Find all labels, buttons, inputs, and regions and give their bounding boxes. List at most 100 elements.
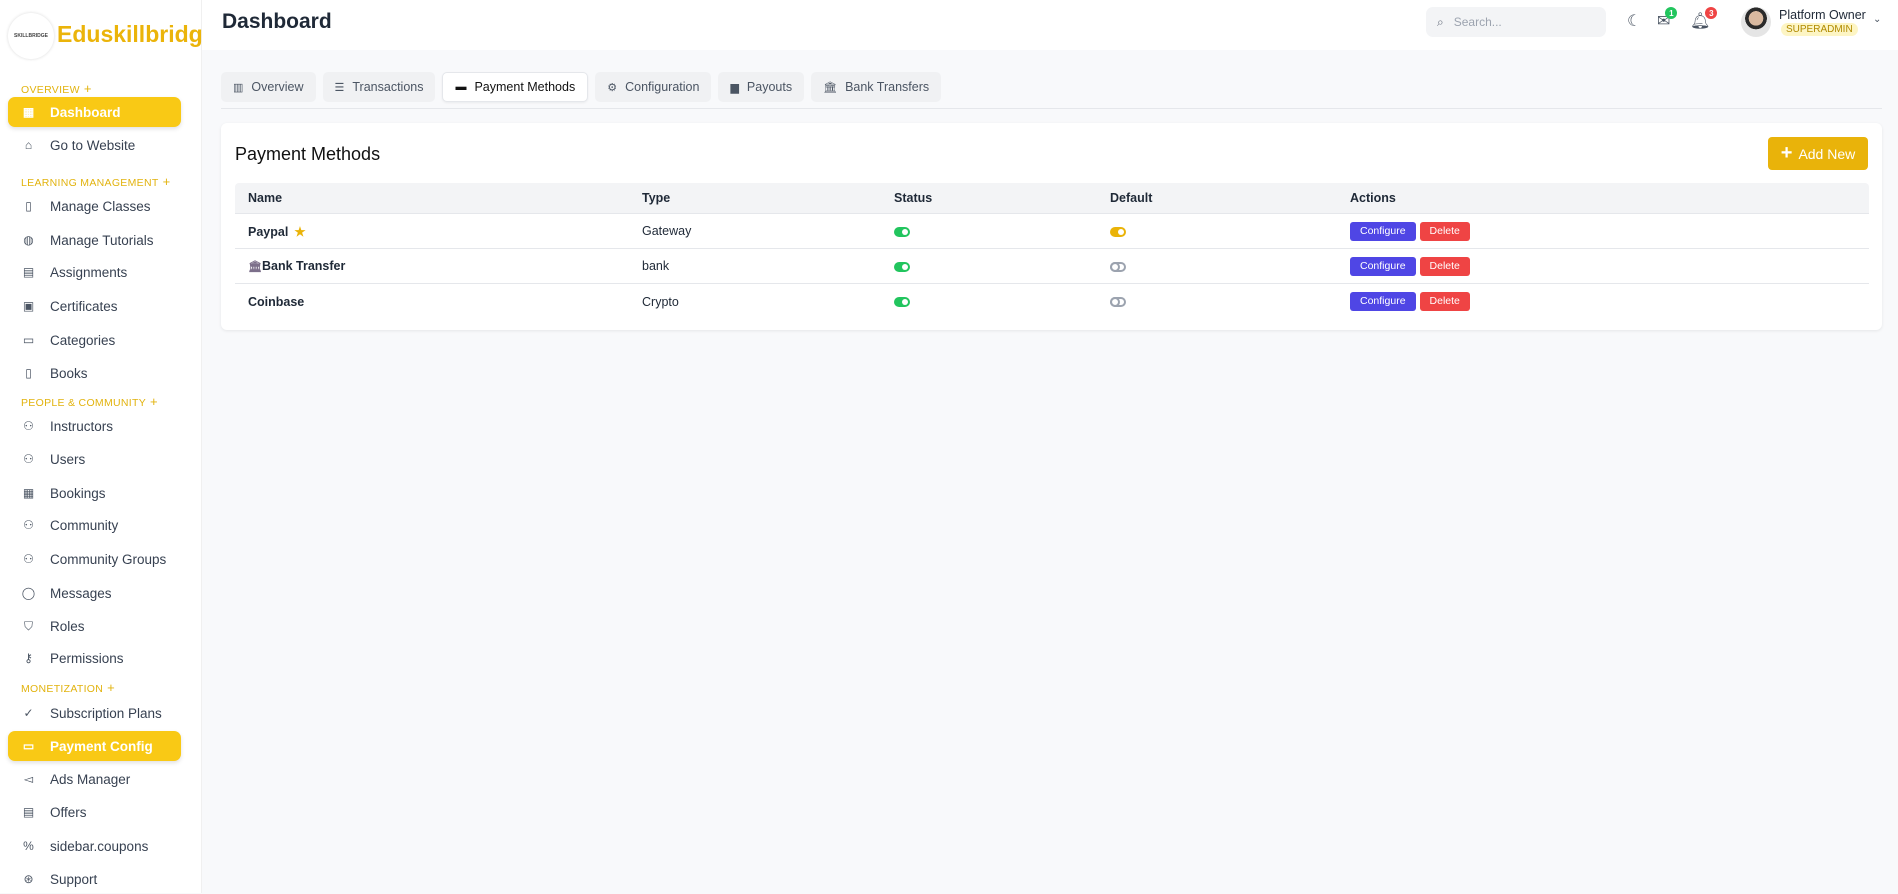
status-toggle[interactable] bbox=[894, 261, 910, 272]
home-icon: ⌂ bbox=[24, 138, 33, 152]
sidebar-item-manage-tutorials[interactable]: ◍ Manage Tutorials bbox=[8, 225, 181, 255]
tabs: ▥ Overview ☰ Transactions ▬ Payment Methods… bbox=[221, 72, 942, 102]
section-overview[interactable]: OVERVIEW + bbox=[21, 81, 92, 96]
sidebar-item-users[interactable]: ⚇ Users bbox=[8, 444, 181, 474]
sidebar-item-label: Offers bbox=[50, 804, 87, 820]
table-row: 🏛︎Bank Transfer bank Configure Delete bbox=[235, 249, 1869, 284]
credit-card-icon: ▭ bbox=[22, 739, 35, 753]
sidebar-item-categories[interactable]: ▭ Categories bbox=[8, 325, 181, 355]
tab-overview[interactable]: ▥ Overview bbox=[221, 72, 316, 102]
user-name[interactable]: Platform Owner bbox=[1779, 8, 1866, 22]
notification-badge: 3 bbox=[1705, 7, 1718, 19]
sidebar-item-ads-manager[interactable]: ◅ Ads Manager bbox=[8, 764, 181, 794]
certificate-icon: ▣ bbox=[22, 299, 35, 313]
section-learning[interactable]: LEARNING MANAGEMENT + bbox=[21, 174, 170, 189]
method-name: Paypal bbox=[248, 224, 289, 239]
users-icon: ⚇ bbox=[23, 518, 34, 532]
sidebar-item-label: Manage Tutorials bbox=[50, 232, 154, 248]
default-toggle[interactable] bbox=[1110, 297, 1126, 308]
sidebar-item-subscription-plans[interactable]: ✓ Subscription Plans bbox=[8, 698, 181, 728]
list-icon: ☰ bbox=[334, 81, 345, 94]
tab-payment-methods[interactable]: ▬ Payment Methods bbox=[442, 72, 589, 102]
sidebar-item-roles[interactable]: ⛉ Roles bbox=[8, 611, 181, 641]
mail-icon[interactable]: ✉ 1 bbox=[1657, 7, 1678, 31]
sidebar-item-community[interactable]: ⚇ Community bbox=[8, 510, 181, 540]
sidebar-item-dashboard[interactable]: ▦ Dashboard bbox=[8, 97, 181, 127]
check-circle-icon: ✓ bbox=[23, 706, 34, 720]
sidebar-item-go-to-website[interactable]: ⌂ Go to Website bbox=[8, 130, 181, 160]
delete-button[interactable]: Delete bbox=[1419, 256, 1470, 276]
chart-icon: ▥ bbox=[233, 81, 244, 94]
search-input[interactable]: ⌕ Search... bbox=[1426, 7, 1606, 37]
method-name: Bank Transfer bbox=[261, 259, 346, 273]
section-label: PEOPLE & COMMUNITY bbox=[21, 397, 147, 409]
sidebar-item-permissions[interactable]: ⚷ Permissions bbox=[8, 643, 181, 673]
sidebar-item-assignments[interactable]: ▤ Assignments bbox=[8, 257, 181, 287]
configure-button[interactable]: Configure bbox=[1350, 256, 1416, 276]
sidebar-item-offers[interactable]: ▤ Offers bbox=[8, 797, 181, 827]
sidebar-item-label: Manage Classes bbox=[50, 198, 151, 214]
logo-text: SKILLBRIDGE bbox=[14, 33, 48, 39]
status-toggle[interactable] bbox=[894, 226, 910, 237]
table-row: Coinbase Crypto Configure Delete bbox=[235, 284, 1869, 319]
sidebar-item-label: Support bbox=[50, 871, 98, 887]
logo[interactable]: SKILLBRIDGE bbox=[8, 13, 54, 59]
default-toggle[interactable] bbox=[1110, 226, 1126, 237]
tab-payouts[interactable]: ▆ Payouts bbox=[718, 72, 805, 102]
add-new-button[interactable]: + Add New bbox=[1768, 137, 1868, 170]
book-open-icon: ▯ bbox=[25, 199, 32, 213]
default-toggle[interactable] bbox=[1110, 261, 1126, 272]
users-icon: ⚇ bbox=[23, 419, 34, 433]
sidebar-item-coupons[interactable]: % sidebar.coupons bbox=[8, 831, 181, 861]
tab-transactions[interactable]: ☰ Transactions bbox=[322, 72, 436, 102]
column-header-actions: Actions bbox=[1350, 191, 1396, 205]
sidebar-item-instructors[interactable]: ⚇ Instructors bbox=[8, 411, 181, 441]
tab-bank-transfers[interactable]: 🏛︎ Bank Transfers bbox=[811, 72, 942, 102]
section-label: LEARNING MANAGEMENT bbox=[21, 177, 159, 189]
configure-button[interactable]: Configure bbox=[1350, 221, 1416, 241]
message-icon: ◯ bbox=[21, 586, 36, 600]
user-role-badge: SUPERADMIN bbox=[1781, 23, 1858, 36]
shield-icon: ⛉ bbox=[23, 618, 33, 633]
add-new-label: Add New bbox=[1798, 145, 1856, 162]
delete-button[interactable]: Delete bbox=[1419, 292, 1470, 311]
chevron-down-icon[interactable]: ⌄ bbox=[1873, 14, 1881, 25]
dark-mode-toggle-moon-icon[interactable]: ☾ bbox=[1627, 11, 1641, 31]
sidebar-item-label: sidebar.coupons bbox=[50, 838, 149, 854]
sidebar-item-label: Dashboard bbox=[50, 104, 121, 120]
method-name: Coinbase bbox=[248, 294, 305, 309]
sidebar-item-books[interactable]: ▯ Books bbox=[8, 358, 181, 388]
tab-configuration[interactable]: ⚙ Configuration bbox=[595, 72, 712, 102]
section-people[interactable]: PEOPLE & COMMUNITY + bbox=[21, 394, 158, 409]
sidebar-item-certificates[interactable]: ▣ Certificates bbox=[8, 291, 181, 321]
folder-icon: ▭ bbox=[22, 333, 35, 347]
sidebar-item-bookings[interactable]: ▦ Bookings bbox=[8, 478, 181, 508]
sidebar-item-label: Subscription Plans bbox=[50, 705, 162, 721]
users-icon: ⚇ bbox=[23, 552, 34, 566]
plus-icon: + bbox=[150, 394, 158, 409]
lifebuoy-icon: ⊛ bbox=[23, 872, 34, 886]
search-placeholder: Search... bbox=[1453, 15, 1502, 29]
top-header: Dashboard ⌕ Search... ☾ ✉ 1 🔔︎ 3 Platform O… bbox=[202, 0, 1898, 50]
sidebar-item-label: Ads Manager bbox=[50, 771, 131, 787]
payment-methods-table: Name Type Status Default Actions Paypal ★… bbox=[235, 183, 1869, 319]
sidebar-item-support[interactable]: ⊛ Support bbox=[8, 864, 181, 894]
section-monetization[interactable]: MONETIZATION + bbox=[21, 680, 115, 695]
bell-icon[interactable]: 🔔︎ 3 bbox=[1690, 7, 1718, 31]
sidebar-item-manage-classes[interactable]: ▯ Manage Classes bbox=[8, 191, 181, 221]
sidebar-item-payment-config[interactable]: ▭ Payment Config bbox=[8, 731, 181, 761]
brand-name: Eduskillbridge bbox=[57, 21, 216, 47]
column-header-status: Status bbox=[894, 191, 933, 205]
configure-button[interactable]: Configure bbox=[1350, 292, 1416, 311]
status-toggle[interactable] bbox=[894, 297, 910, 308]
sidebar-item-label: Community bbox=[50, 517, 119, 533]
method-type: Crypto bbox=[642, 294, 679, 309]
card-title: Payment Methods bbox=[235, 144, 381, 164]
avatar[interactable] bbox=[1741, 7, 1771, 37]
key-icon: ⚷ bbox=[24, 651, 33, 665]
sidebar-item-messages[interactable]: ◯ Messages bbox=[8, 578, 181, 608]
table-header: Name Type Status Default Actions bbox=[235, 183, 1869, 214]
column-header-type: Type bbox=[642, 191, 671, 205]
sidebar-item-community-groups[interactable]: ⚇ Community Groups bbox=[8, 544, 181, 574]
delete-button[interactable]: Delete bbox=[1419, 221, 1470, 241]
